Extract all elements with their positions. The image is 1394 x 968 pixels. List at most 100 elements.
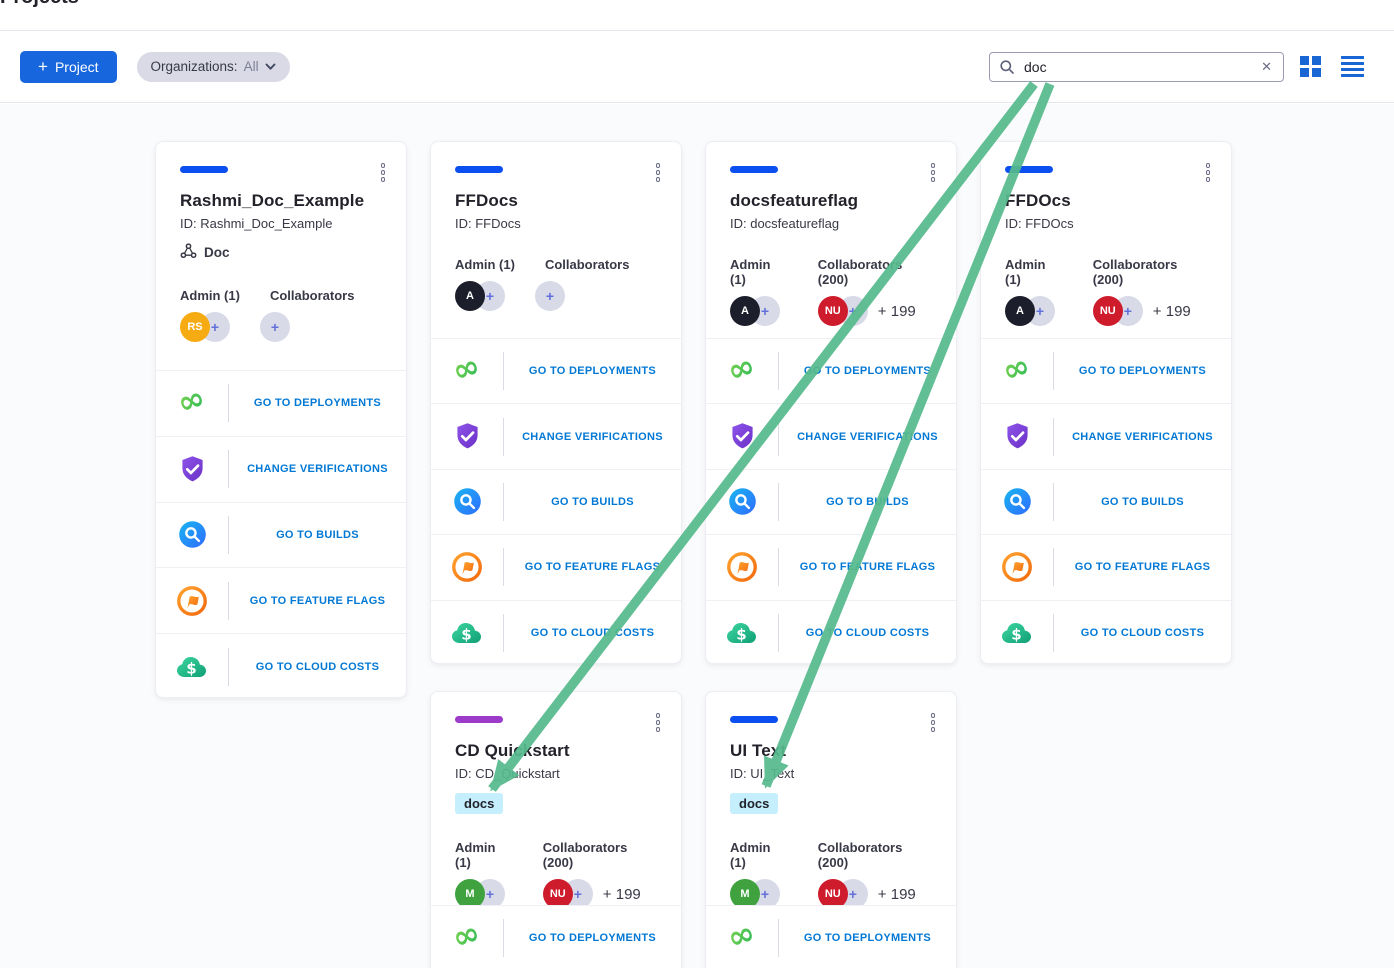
builds-icon — [156, 518, 228, 551]
project-card[interactable]: docsfeatureflagID: docsfeatureflagAdmin … — [705, 141, 957, 664]
admin-avatars: RS+ — [180, 312, 240, 342]
avatar[interactable]: A — [730, 296, 760, 326]
admin-label: Admin (1) — [730, 257, 788, 287]
builds-icon — [981, 485, 1053, 518]
page-header: Projects — [0, 0, 1394, 31]
add-member-button[interactable]: + — [260, 312, 290, 342]
collaborators-overflow-count: + 199 — [1153, 303, 1191, 320]
go-to-cloud-costs-link[interactable]: GO TO CLOUD COSTS — [229, 661, 406, 673]
go-to-builds-link[interactable]: GO TO BUILDS — [229, 529, 406, 541]
admin-column: Admin (1)A+ — [1005, 257, 1063, 326]
project-tags: docs — [455, 793, 657, 814]
kebab-menu-icon[interactable] — [653, 710, 664, 735]
go-to-cloud-costs-link[interactable]: GO TO CLOUD COSTS — [504, 627, 681, 639]
toolbar: + Project Organizations: All ✕ — [0, 31, 1394, 103]
add-member-button[interactable]: + — [535, 281, 565, 311]
go-to-cloud-costs-link[interactable]: GO TO CLOUD COSTS — [1054, 627, 1231, 639]
collaborator-avatars: NU++ 199 — [1093, 296, 1207, 326]
admin-column: Admin (1)A+ — [455, 257, 515, 311]
clear-search-icon[interactable]: ✕ — [1259, 59, 1274, 75]
project-id: ID: FFDocs — [455, 216, 657, 231]
go-to-builds-link[interactable]: GO TO BUILDS — [779, 496, 956, 508]
project-card-header: CD QuickstartID: CD_QuickstartdocsAdmin … — [431, 692, 681, 905]
cloud-costs-icon: $ — [981, 615, 1053, 651]
go-to-deployments-link[interactable]: GO TO DEPLOYMENTS — [504, 365, 681, 377]
go-to-deployments-link[interactable]: GO TO DEPLOYMENTS — [1054, 365, 1231, 377]
go-to-cloud-costs-link[interactable]: GO TO CLOUD COSTS — [779, 627, 956, 639]
project-card[interactable]: FFDocsID: FFDocsAdmin (1)A+Collaborators… — [430, 141, 682, 664]
project-card-header: FFDOcsID: FFDOcsAdmin (1)A+Collaborators… — [981, 142, 1231, 338]
project-title: CD Quickstart — [455, 741, 657, 761]
go-to-deployments-link[interactable]: GO TO DEPLOYMENTS — [779, 932, 956, 944]
avatar[interactable]: NU — [818, 296, 848, 326]
avatar[interactable]: NU — [543, 879, 573, 905]
collaborators-column: Collaborators (200)NU++ 199 — [1093, 257, 1207, 326]
avatar[interactable]: A — [455, 281, 485, 311]
kebab-menu-icon[interactable] — [653, 160, 664, 185]
builds-icon — [706, 485, 778, 518]
project-title: FFDOcs — [1005, 191, 1207, 211]
change-verifications-link[interactable]: CHANGE VERIFICATIONS — [779, 431, 956, 443]
change-verifications-link[interactable]: CHANGE VERIFICATIONS — [229, 463, 406, 475]
kebab-menu-icon[interactable] — [928, 710, 939, 735]
avatar[interactable]: A — [1005, 296, 1035, 326]
change-verifications-link[interactable]: CHANGE VERIFICATIONS — [504, 431, 681, 443]
project-card[interactable]: FFDOcsID: FFDOcsAdmin (1)A+Collaborators… — [980, 141, 1232, 664]
collaborators-overflow-count: + 199 — [603, 886, 641, 903]
collaborator-avatars: NU++ 199 — [818, 296, 932, 326]
deployments-icon: ∞ — [431, 353, 503, 389]
deployments-icon: ∞ — [156, 385, 228, 421]
svg-text:∞: ∞ — [999, 353, 1035, 389]
deployments-icon: ∞ — [981, 353, 1053, 389]
avatar[interactable]: RS — [180, 312, 210, 342]
kebab-menu-icon[interactable] — [1203, 160, 1214, 185]
go-to-feature-flags-link[interactable]: GO TO FEATURE FLAGS — [229, 595, 406, 607]
members-row: Admin (1)M+Collaborators (200)NU++ 199 — [730, 840, 932, 905]
card-action-row: ∞GO TO DEPLOYMENTS — [431, 905, 681, 968]
accent-bar — [180, 166, 228, 173]
search-box: ✕ — [989, 52, 1284, 82]
org-icon — [180, 243, 197, 262]
go-to-feature-flags-link[interactable]: GO TO FEATURE FLAGS — [779, 561, 956, 573]
collaborators-label: Collaborators (200) — [818, 257, 932, 287]
new-project-button[interactable]: + Project — [20, 51, 117, 83]
members-row: Admin (1)A+Collaborators+ — [455, 257, 657, 311]
kebab-menu-icon[interactable] — [928, 160, 939, 185]
accent-bar — [455, 166, 503, 173]
verifications-icon — [706, 420, 778, 453]
project-card-header: UI TextID: UI_TextdocsAdmin (1)M+Collabo… — [706, 692, 956, 905]
avatar[interactable]: NU — [818, 879, 848, 905]
card-action-row: CHANGE VERIFICATIONS — [156, 436, 406, 502]
feature-flags-icon — [156, 584, 228, 618]
go-to-feature-flags-link[interactable]: GO TO FEATURE FLAGS — [504, 561, 681, 573]
organizations-filter-dropdown[interactable]: Organizations: All — [137, 52, 290, 82]
card-action-row: CHANGE VERIFICATIONS — [431, 403, 681, 468]
accent-bar — [1005, 166, 1053, 173]
avatar[interactable]: M — [455, 879, 485, 905]
go-to-deployments-link[interactable]: GO TO DEPLOYMENTS — [504, 932, 681, 944]
admin-avatars: A+ — [730, 296, 788, 326]
go-to-feature-flags-link[interactable]: GO TO FEATURE FLAGS — [1054, 561, 1231, 573]
avatar[interactable]: NU — [1093, 296, 1123, 326]
collaborator-avatars: NU++ 199 — [818, 879, 932, 905]
list-view-icon[interactable] — [1341, 56, 1364, 78]
admin-column: Admin (1)M+ — [455, 840, 513, 905]
view-toggle — [1300, 56, 1364, 78]
search-input[interactable] — [1022, 58, 1252, 76]
kebab-menu-icon[interactable] — [378, 160, 389, 185]
go-to-builds-link[interactable]: GO TO BUILDS — [1054, 496, 1231, 508]
grid-view-icon[interactable] — [1300, 56, 1321, 77]
svg-text:∞: ∞ — [449, 353, 485, 389]
go-to-deployments-link[interactable]: GO TO DEPLOYMENTS — [779, 365, 956, 377]
builds-icon — [431, 485, 503, 518]
project-card[interactable]: CD QuickstartID: CD_QuickstartdocsAdmin … — [430, 691, 682, 968]
project-card[interactable]: Rashmi_Doc_ExampleID: Rashmi_Doc_Example… — [155, 141, 407, 698]
change-verifications-link[interactable]: CHANGE VERIFICATIONS — [1054, 431, 1231, 443]
project-title: UI Text — [730, 741, 932, 761]
project-card[interactable]: UI TextID: UI_TextdocsAdmin (1)M+Collabo… — [705, 691, 957, 968]
collaborator-avatars: + — [270, 312, 355, 342]
avatar[interactable]: M — [730, 879, 760, 905]
go-to-builds-link[interactable]: GO TO BUILDS — [504, 496, 681, 508]
go-to-deployments-link[interactable]: GO TO DEPLOYMENTS — [229, 397, 406, 409]
card-action-row: $GO TO CLOUD COSTS — [431, 600, 681, 665]
